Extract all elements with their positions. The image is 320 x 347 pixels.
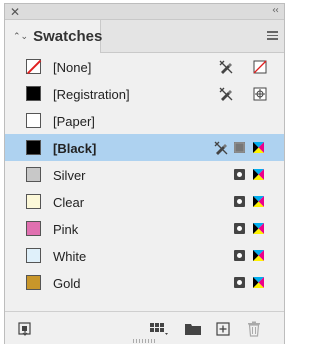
swatch-views-icon[interactable] bbox=[149, 321, 169, 337]
tab-swatches[interactable]: ⌃⌄ Swatches bbox=[5, 20, 103, 53]
process-color-icon bbox=[234, 250, 245, 261]
new-color-group-icon[interactable] bbox=[184, 321, 202, 337]
swatch-color-black bbox=[26, 140, 41, 155]
swatch-name: [Black] bbox=[53, 141, 97, 156]
process-color-icon bbox=[234, 169, 245, 180]
no-color-mode-icon bbox=[253, 60, 267, 74]
panel-tab-strip: ⌃⌄ Swatches bbox=[5, 20, 284, 53]
swatch-name: [Registration] bbox=[53, 87, 130, 102]
swatch-row-clear[interactable]: Clear bbox=[5, 188, 284, 215]
tab-options-toggle-icon[interactable]: ⌃⌄ bbox=[13, 32, 28, 42]
panel-bottom-toolbar bbox=[5, 311, 284, 344]
swatch-name: [Paper] bbox=[53, 114, 95, 129]
close-icon[interactable]: ✕ bbox=[10, 5, 20, 19]
swatch-color-pink bbox=[26, 221, 41, 236]
process-color-icon bbox=[234, 277, 245, 288]
place-swatches-icon[interactable] bbox=[17, 321, 33, 337]
no-edit-icon bbox=[219, 60, 233, 74]
swatch-color-registration bbox=[26, 86, 41, 101]
swatch-row-black[interactable]: [Black] bbox=[5, 134, 284, 161]
cmyk-icon bbox=[253, 196, 264, 207]
tab-swatches-label: Swatches bbox=[33, 28, 103, 45]
swatches-panel: ✕ ‹‹ ⌃⌄ Swatches [None] [Registration] [… bbox=[4, 3, 285, 344]
swatch-row-gold[interactable]: Gold bbox=[5, 269, 284, 296]
swatch-list: [None] [Registration] [Paper] [Black] Si… bbox=[5, 53, 284, 296]
swatch-row-pink[interactable]: Pink bbox=[5, 215, 284, 242]
new-swatch-icon[interactable] bbox=[215, 321, 231, 337]
delete-swatch-icon[interactable] bbox=[247, 321, 261, 337]
swatch-name: Silver bbox=[53, 168, 86, 183]
cmyk-icon bbox=[253, 142, 264, 153]
no-edit-icon bbox=[219, 87, 233, 101]
no-edit-icon bbox=[214, 141, 228, 155]
swatch-row-none[interactable]: [None] bbox=[5, 53, 284, 80]
panel-titlebar: ✕ ‹‹ bbox=[5, 4, 284, 20]
registration-mode-icon bbox=[253, 87, 267, 101]
cmyk-icon bbox=[253, 169, 264, 180]
cmyk-icon bbox=[253, 277, 264, 288]
swatch-row-silver[interactable]: Silver bbox=[5, 161, 284, 188]
swatch-name: [None] bbox=[53, 60, 92, 75]
process-color-icon bbox=[234, 142, 245, 153]
panel-menu-icon[interactable] bbox=[267, 31, 278, 40]
resize-grip[interactable] bbox=[133, 339, 157, 343]
swatch-color-clear bbox=[26, 194, 41, 209]
cmyk-icon bbox=[253, 250, 264, 261]
swatch-color-silver bbox=[26, 167, 41, 182]
swatch-name: Gold bbox=[53, 276, 81, 291]
swatch-color-white bbox=[26, 248, 41, 263]
cmyk-icon bbox=[253, 223, 264, 234]
swatch-name: Clear bbox=[53, 195, 85, 210]
process-color-icon bbox=[234, 196, 245, 207]
swatch-color-none bbox=[26, 59, 41, 74]
process-color-icon bbox=[234, 223, 245, 234]
collapse-panel-icon[interactable]: ‹‹ bbox=[272, 4, 279, 18]
swatch-row-white[interactable]: White bbox=[5, 242, 284, 269]
swatch-name: Pink bbox=[53, 222, 79, 237]
swatch-row-registration[interactable]: [Registration] bbox=[5, 80, 284, 107]
swatch-color-paper bbox=[26, 113, 41, 128]
swatch-name: White bbox=[53, 249, 87, 264]
swatch-row-paper[interactable]: [Paper] bbox=[5, 107, 284, 134]
swatch-color-gold bbox=[26, 275, 41, 290]
